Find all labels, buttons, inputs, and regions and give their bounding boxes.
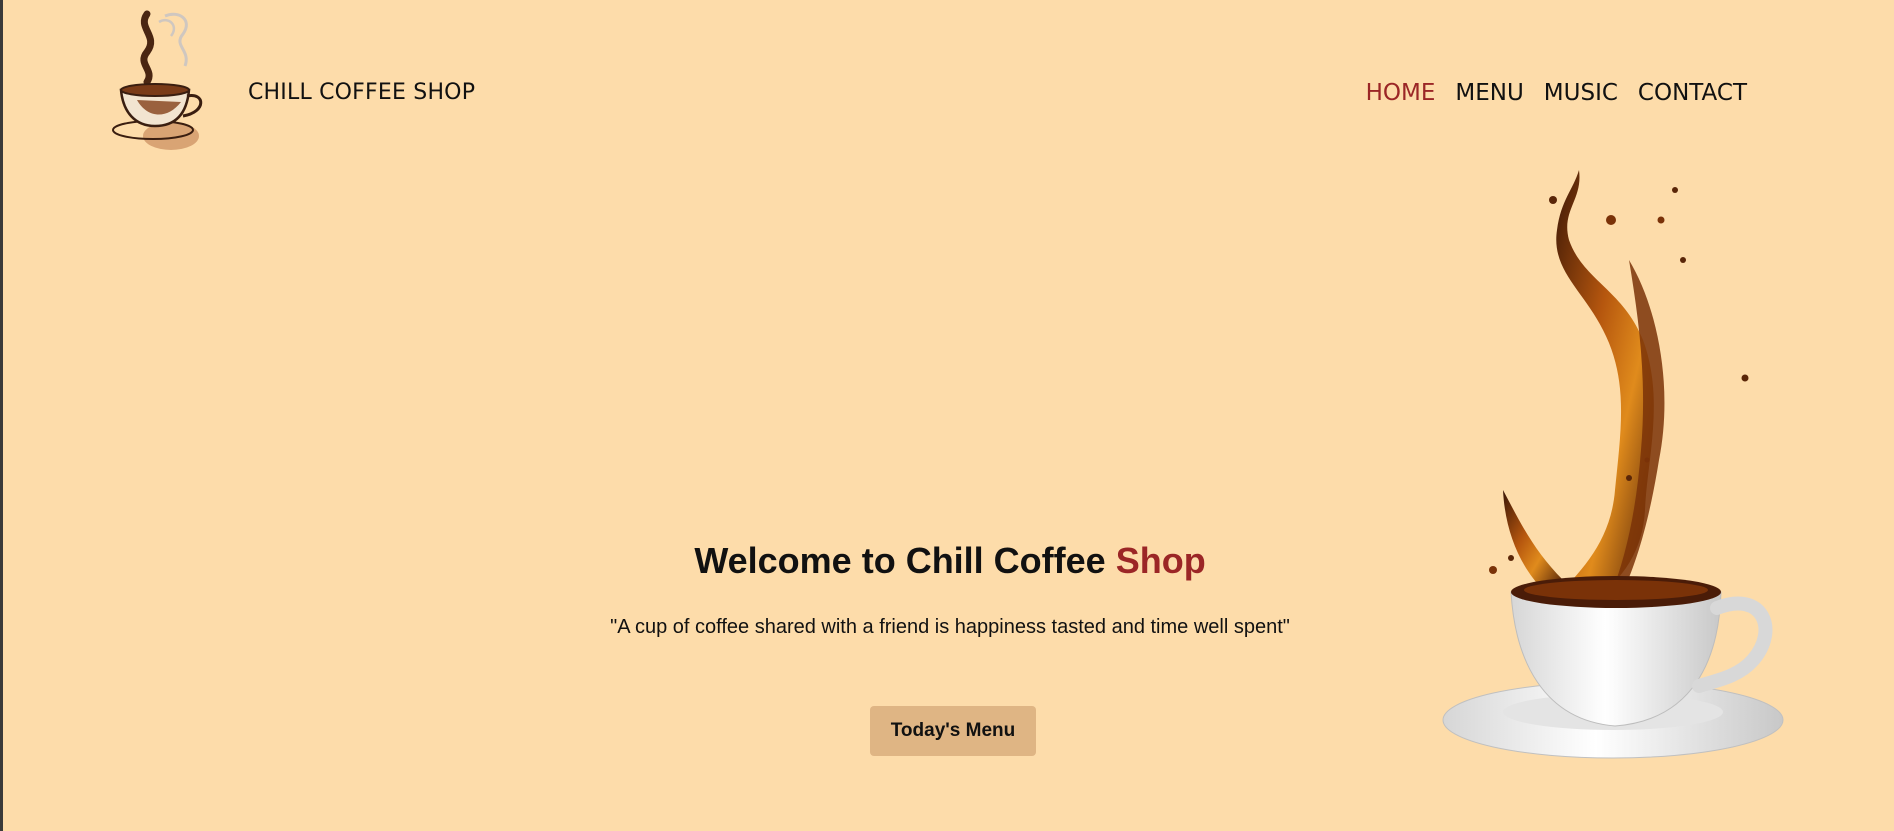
nav-contact[interactable]: CONTACT xyxy=(1638,80,1747,106)
coffee-cup-logo-icon[interactable] xyxy=(107,8,217,156)
hero-title-main: Welcome to Chill Coffee xyxy=(694,540,1116,581)
hero-title: Welcome to Chill Coffee Shop xyxy=(3,540,1894,582)
nav-menu[interactable]: MENU xyxy=(1455,80,1523,106)
hero-quote: "A cup of coffee shared with a friend is… xyxy=(610,616,1290,638)
coffee-splash-cup-image xyxy=(1442,170,1784,759)
brand-name[interactable]: CHILL COFFEE SHOP xyxy=(248,80,475,105)
page: CHILL COFFEE SHOP HOME MENU MUSIC CONTAC… xyxy=(3,0,1894,831)
main-nav: HOME MENU MUSIC CONTACT xyxy=(1366,80,1747,106)
todays-menu-button[interactable]: Today's Menu xyxy=(870,706,1036,756)
nav-home[interactable]: HOME xyxy=(1366,80,1436,106)
hero-title-accent: Shop xyxy=(1115,540,1206,581)
hero-section: Welcome to Chill Coffee Shop "A cup of c… xyxy=(3,540,1894,639)
nav-music[interactable]: MUSIC xyxy=(1544,80,1618,106)
